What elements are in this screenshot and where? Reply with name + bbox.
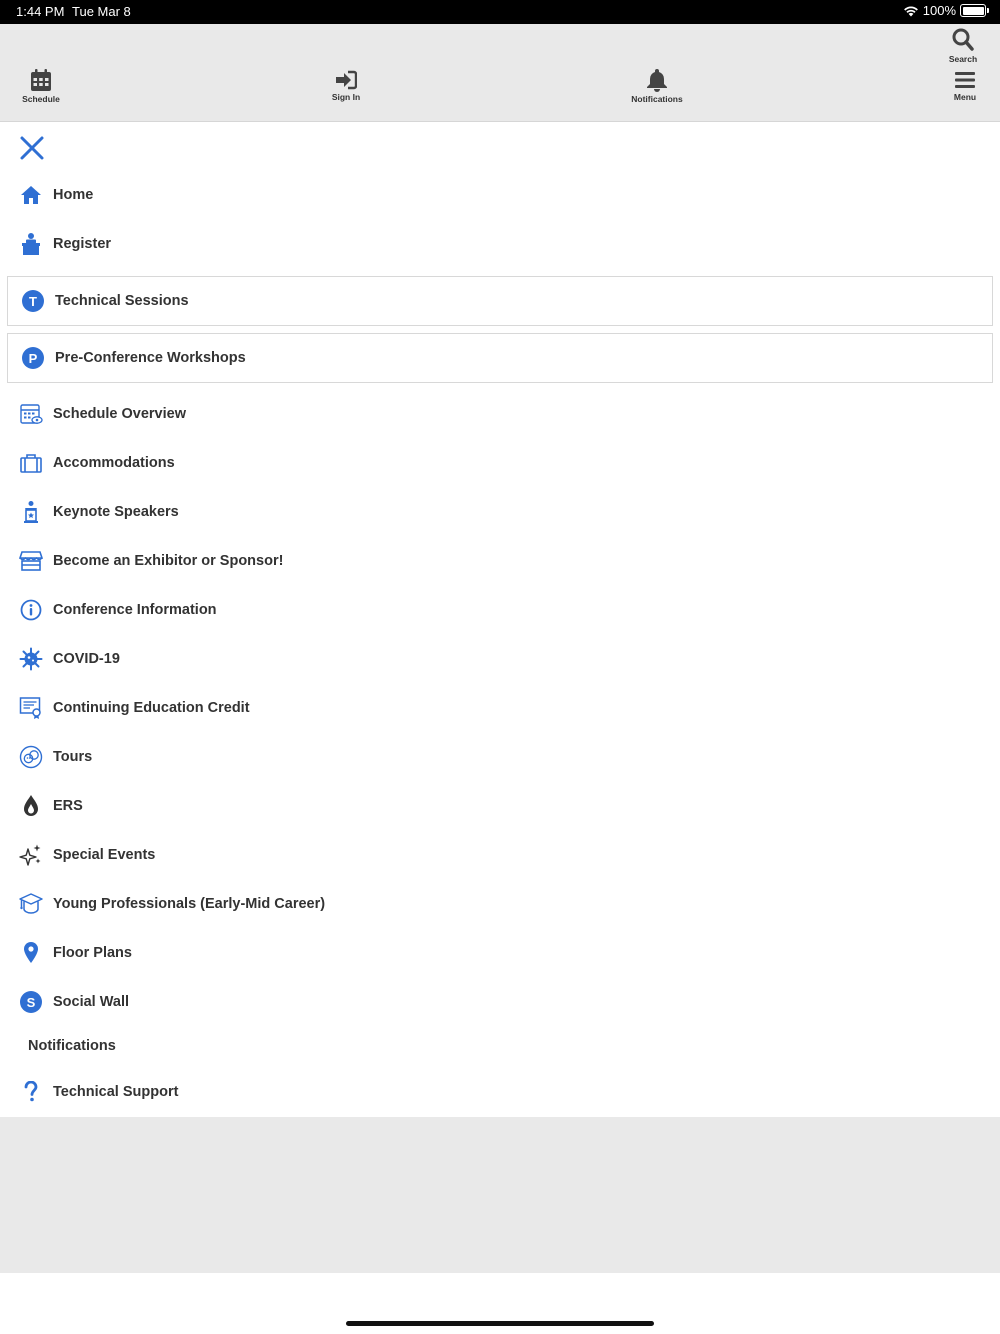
home-indicator[interactable]	[346, 1321, 654, 1326]
battery-icon	[960, 4, 989, 17]
schedule-button[interactable]: Schedule	[18, 68, 64, 104]
close-icon	[20, 136, 44, 160]
search-icon	[952, 28, 974, 51]
menu-item-label: Schedule Overview	[53, 406, 186, 422]
menu-item-technical-support[interactable]: Technical Support	[0, 1072, 1000, 1112]
calendar-eye-icon	[19, 402, 43, 426]
storefront-icon	[19, 549, 43, 573]
letter-p-icon: P	[21, 346, 45, 370]
close-button[interactable]	[18, 134, 46, 162]
letter-t-icon: T	[21, 289, 45, 313]
menu-item-label: Pre-Conference Workshops	[55, 350, 246, 366]
menu-item-label: COVID-19	[53, 651, 120, 667]
menu-item-pre-conference-workshops[interactable]: P Pre-Conference Workshops	[7, 333, 993, 383]
status-indicators: 100%	[903, 3, 989, 18]
menu-item-keynote-speakers[interactable]: Keynote Speakers	[0, 492, 1000, 532]
menu-item-accommodations[interactable]: Accommodations	[0, 443, 1000, 483]
letter-s-icon: S	[19, 990, 43, 1014]
search-label: Search	[948, 54, 978, 64]
virus-icon	[19, 647, 43, 671]
menu-item-special-events[interactable]: Special Events	[0, 835, 1000, 875]
menu-item-floor-plans[interactable]: Floor Plans	[0, 933, 1000, 973]
menu-item-label: Register	[53, 236, 112, 252]
status-date: Tue Mar 8	[72, 4, 131, 19]
menu-item-exhibitor-sponsor[interactable]: Become an Exhibitor or Sponsor!	[0, 541, 1000, 581]
sign-in-icon	[336, 70, 357, 90]
graduation-cap-icon	[19, 892, 43, 916]
menu-item-label: Accommodations	[53, 455, 175, 471]
menu-item-label: ERS	[53, 798, 83, 814]
suitcase-icon	[19, 451, 43, 475]
menu-label: Menu	[953, 92, 977, 102]
menu-drawer: Home Register T Technical Sessions P Pre…	[0, 122, 1000, 1117]
menu-item-tours[interactable]: Tours	[0, 737, 1000, 777]
schedule-label: Schedule	[22, 94, 60, 104]
bell-icon	[647, 69, 667, 92]
menu-item-label: Technical Sessions	[55, 293, 189, 309]
calendar-icon	[31, 69, 51, 91]
flame-drop-icon	[19, 794, 43, 818]
podium-icon	[19, 500, 43, 524]
wifi-icon	[903, 6, 918, 16]
status-time: 1:44 PM	[16, 4, 65, 19]
menu-item-label: Home	[53, 187, 94, 203]
sign-in-button[interactable]: Sign In	[322, 70, 370, 102]
home-icon	[19, 183, 43, 207]
menu-item-label: Social Wall	[53, 994, 130, 1010]
menu-item-label: Keynote Speakers	[53, 504, 179, 520]
menu-item-label: Technical Support	[53, 1084, 179, 1100]
register-desk-icon	[19, 232, 43, 256]
menu-item-label: Become an Exhibitor or Sponsor!	[53, 553, 284, 569]
menu-item-notifications[interactable]: Notifications	[28, 1038, 116, 1054]
menu-button[interactable]: Menu	[942, 70, 988, 102]
info-icon	[19, 598, 43, 622]
menu-item-schedule-overview[interactable]: Schedule Overview	[0, 394, 1000, 434]
drawer-backdrop	[0, 1117, 1000, 1273]
menu-item-conference-information[interactable]: Conference Information	[0, 590, 1000, 630]
sparkles-icon	[19, 843, 43, 867]
notifications-button[interactable]: Notifications	[626, 68, 688, 104]
menu-item-technical-sessions[interactable]: T Technical Sessions	[7, 276, 993, 326]
menu-item-label: Special Events	[53, 847, 156, 863]
tours-icon	[19, 745, 43, 769]
notifications-label: Notifications	[631, 94, 683, 104]
menu-item-young-professionals[interactable]: Young Professionals (Early-Mid Career)	[0, 884, 1000, 924]
sign-in-label: Sign In	[331, 92, 361, 102]
question-icon	[19, 1080, 43, 1104]
hamburger-icon	[955, 72, 975, 88]
menu-item-label: Tours	[53, 749, 93, 765]
battery-percent: 100%	[922, 3, 956, 18]
search-button[interactable]: Search	[942, 28, 984, 64]
menu-item-label: Continuing Education Credit	[53, 700, 250, 716]
menu-item-label: Conference Information	[53, 602, 217, 618]
map-pin-icon	[19, 941, 43, 965]
menu-item-label: Floor Plans	[53, 945, 132, 961]
status-bar: 1:44 PM Tue Mar 8 100%	[0, 0, 1000, 24]
menu-item-covid-19[interactable]: COVID-19	[0, 639, 1000, 679]
menu-item-social-wall[interactable]: S Social Wall	[0, 982, 1000, 1022]
menu-item-label: Young Professionals (Early-Mid Career)	[53, 896, 326, 912]
menu-item-home[interactable]: Home	[0, 175, 1000, 215]
menu-item-continuing-education-credit[interactable]: Continuing Education Credit	[0, 688, 1000, 728]
menu-item-ers[interactable]: ERS	[0, 786, 1000, 826]
top-toolbar: Schedule Sign In Notifications Search Me…	[0, 24, 1000, 122]
certificate-icon	[19, 696, 43, 720]
menu-item-register[interactable]: Register	[0, 224, 1000, 264]
